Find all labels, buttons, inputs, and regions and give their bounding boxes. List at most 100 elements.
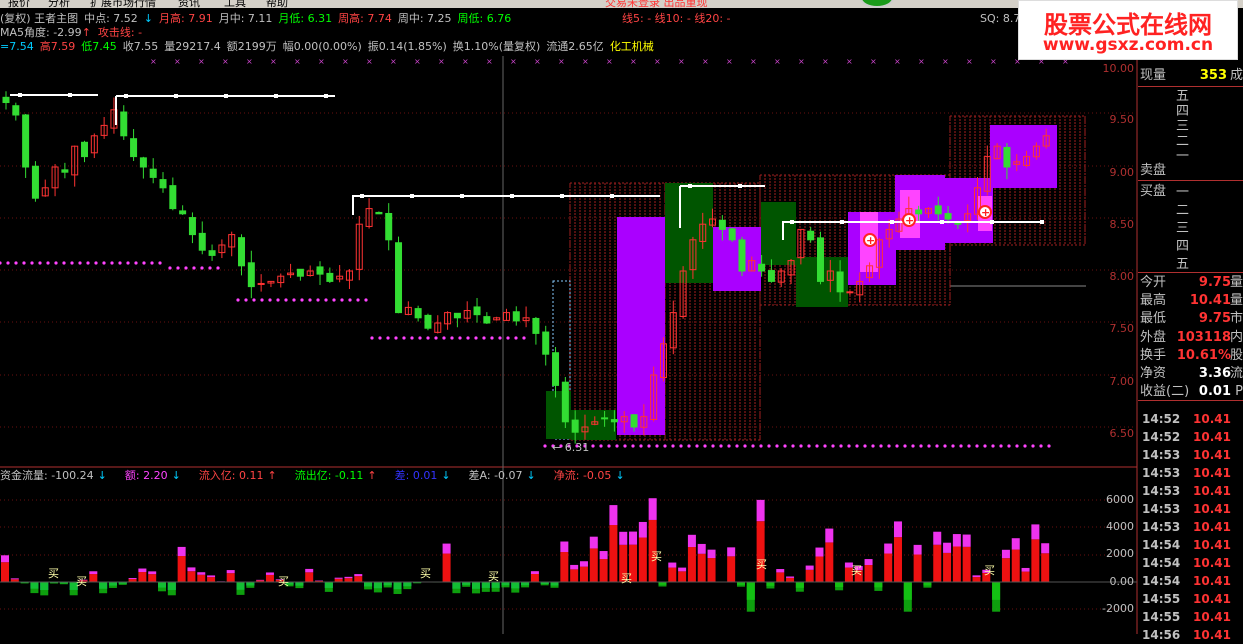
support-dot [410, 336, 413, 339]
support-dot [308, 298, 311, 301]
support-dot [615, 444, 618, 447]
support-dot [703, 444, 706, 447]
trade-row: 14:5410.41 [1140, 536, 1243, 554]
resistance-dot [738, 184, 742, 188]
flow-tick: -2000 [1094, 602, 1134, 615]
candle-body [297, 269, 303, 276]
outflow-deep [384, 582, 392, 587]
buy-level-label: 三 [1176, 221, 1189, 236]
support-dot [434, 336, 437, 339]
support-dot [216, 266, 219, 269]
support-dot [260, 298, 263, 301]
trade-time: 14:53 [1142, 464, 1180, 482]
flow-cap [914, 545, 922, 555]
support-dot [6, 261, 9, 264]
stat-row: 外盘103118内 [1140, 329, 1243, 347]
support-dot [118, 261, 121, 264]
candle-body [160, 180, 166, 188]
inflow-bar [148, 574, 156, 582]
stat-row-value: 3.36 [1199, 365, 1231, 383]
resistance-dot [610, 194, 614, 198]
support-dot [919, 444, 922, 447]
candle-body [23, 115, 29, 167]
support-dot [1015, 444, 1018, 447]
trade-time: 14:54 [1142, 536, 1180, 554]
outflow-deep [246, 582, 254, 588]
inflow-bar [590, 548, 598, 582]
support-dot [951, 444, 954, 447]
buy-signal-label: 买 [851, 562, 862, 578]
support-dot [134, 261, 137, 264]
flow-cap [806, 566, 814, 570]
support-dot [767, 444, 770, 447]
stat-row: 最低9.75市 [1140, 310, 1243, 328]
inflow-bar [943, 553, 951, 582]
marker-x: × [822, 57, 829, 66]
flow-cap [129, 578, 137, 579]
support-dot [14, 261, 17, 264]
inflow-bar [708, 558, 716, 582]
outflow-deep [158, 582, 166, 591]
flow-cap [305, 569, 313, 572]
support-dot [655, 444, 658, 447]
stat-row-value: 9.75 [1199, 274, 1231, 292]
support-dot [200, 266, 203, 269]
marker-x: × [702, 57, 709, 66]
resistance-dot [18, 93, 22, 97]
support-dot [815, 444, 818, 447]
support-dot [340, 298, 343, 301]
stat-row-value: 0.01 [1199, 383, 1231, 401]
support-dot [442, 336, 445, 339]
outflow-deep [511, 582, 519, 593]
support-dot [176, 266, 179, 269]
outflow-deep [796, 582, 804, 592]
candle-body [62, 170, 68, 172]
stat-row-suffix: 股 [1230, 347, 1243, 365]
buy-signal-label: 买 [420, 565, 431, 581]
kline-chart[interactable]: ××××××××××××××××××××××××××××××××××××××× … [0, 0, 1243, 634]
resistance-dot [410, 194, 414, 198]
trade-time: 14:54 [1142, 554, 1180, 572]
support-dot [192, 266, 195, 269]
outflow-deep [904, 582, 912, 612]
support-dot [967, 444, 970, 447]
resistance-dot [688, 184, 692, 188]
flow-cap [894, 521, 902, 537]
support-dot [823, 444, 826, 447]
trade-time: 14:54 [1142, 572, 1180, 590]
marker-x: × [462, 57, 469, 66]
flow-cap [825, 529, 833, 543]
resistance-dot [510, 194, 514, 198]
inflow-bar [187, 571, 195, 582]
support-dot [466, 336, 469, 339]
trade-price: 10.41 [1193, 500, 1231, 518]
support-dot [70, 261, 73, 264]
trade-time: 14:52 [1142, 428, 1180, 446]
inflow-bar [639, 538, 647, 582]
flow-cap [698, 544, 706, 554]
trade-price: 10.41 [1193, 482, 1231, 500]
flow-cap [815, 548, 823, 557]
inflow-bar [825, 542, 833, 582]
fund-flow-item-6: 流出亿: -0.11 [295, 469, 364, 482]
flow-cap [590, 537, 598, 549]
marker-x: × [414, 57, 421, 66]
support-dot [751, 444, 754, 447]
marker-x: × [966, 57, 973, 66]
flow-cap [354, 574, 362, 576]
inflow-bar [688, 547, 696, 582]
inflow-bar [815, 556, 823, 582]
trade-time: 14:53 [1142, 500, 1180, 518]
support-dot [364, 298, 367, 301]
support-dot [292, 298, 295, 301]
inflow-bar [344, 578, 352, 582]
buy-signal-label: 买 [48, 565, 59, 581]
flow-cap [178, 547, 186, 556]
outflow-deep [521, 582, 529, 587]
resistance-dot [324, 94, 328, 98]
support-dot [332, 298, 335, 301]
trade-price: 10.41 [1193, 518, 1231, 536]
support-dot [887, 444, 890, 447]
flow-cap [629, 532, 637, 545]
outflow-deep [452, 582, 460, 593]
